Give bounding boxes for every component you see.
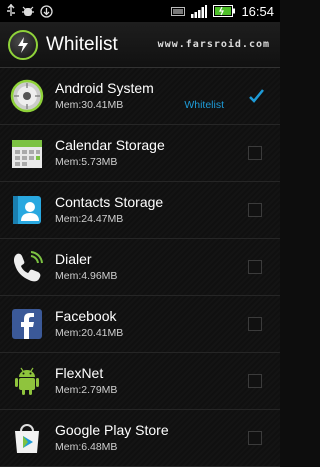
- app-name: Android System: [55, 80, 154, 96]
- android-robot-icon: [9, 363, 45, 399]
- play-store-icon: [9, 420, 45, 456]
- status-time: 16:54: [241, 3, 274, 19]
- whitelist-checkbox[interactable]: [248, 146, 262, 160]
- whitelist-checkbox[interactable]: [248, 317, 262, 331]
- checkmark-icon: [249, 89, 264, 103]
- app-name: FlexNet: [55, 365, 104, 381]
- app-memory: Mem:24.47MB: [55, 213, 124, 225]
- list-item-flexnet[interactable]: FlexNet Mem:2.79MB: [0, 353, 280, 410]
- list-item-calendar-storage[interactable]: Calendar Storage Mem:5.73MB: [0, 125, 280, 182]
- app-logo-icon[interactable]: [8, 29, 38, 60]
- whitelist-checkbox[interactable]: [248, 203, 262, 217]
- list-item-google-play-store[interactable]: Google Play Store Mem:6.48MB: [0, 410, 280, 467]
- phone-icon: [9, 249, 45, 285]
- app-name: Contacts Storage: [55, 194, 164, 210]
- status-bar: 16:54: [0, 0, 280, 22]
- app-memory: Mem:2.79MB: [55, 384, 118, 396]
- battery-icon: [213, 5, 236, 17]
- app-name: Google Play Store: [55, 422, 169, 438]
- page-title: Whitelist: [46, 33, 118, 55]
- app-memory: Mem:4.96MB: [55, 270, 118, 282]
- app-memory: Mem:5.73MB: [55, 156, 118, 168]
- whitelist-checkbox[interactable]: [248, 260, 262, 274]
- watermark-text: www.farsroid.com: [157, 39, 270, 50]
- download-icon: [40, 4, 53, 18]
- android-system-icon: [9, 78, 45, 114]
- list-item-contacts-storage[interactable]: Contacts Storage Mem:24.47MB: [0, 182, 280, 239]
- app-memory: Mem:20.41MB: [55, 327, 124, 339]
- app-name: Dialer: [55, 251, 92, 267]
- title-bar: Whitelist www.farsroid.com: [0, 22, 280, 68]
- app-name: Facebook: [55, 308, 117, 324]
- calendar-icon: [9, 135, 45, 171]
- list-item-dialer[interactable]: Dialer Mem:4.96MB: [0, 239, 280, 296]
- facebook-icon: [9, 306, 45, 342]
- notification-icon: [171, 6, 186, 16]
- list-item-android-system[interactable]: Android System Mem:30.41MB Whitelist: [0, 68, 280, 125]
- contacts-icon: [9, 192, 45, 228]
- list-item-facebook[interactable]: Facebook Mem:20.41MB: [0, 296, 280, 353]
- app-memory: Mem:6.48MB: [55, 441, 118, 453]
- whitelist-label: Whitelist: [184, 99, 224, 111]
- app-list: Android System Mem:30.41MB Whitelist Cal…: [0, 68, 280, 467]
- whitelist-checkbox[interactable]: [248, 374, 262, 388]
- usb-icon: [6, 4, 16, 18]
- debug-icon: [22, 4, 34, 18]
- whitelist-checkbox[interactable]: [248, 89, 264, 103]
- signal-icon: [191, 4, 208, 18]
- app-name: Calendar Storage: [55, 137, 165, 153]
- whitelist-checkbox[interactable]: [248, 431, 262, 445]
- app-memory: Mem:30.41MB: [55, 99, 124, 111]
